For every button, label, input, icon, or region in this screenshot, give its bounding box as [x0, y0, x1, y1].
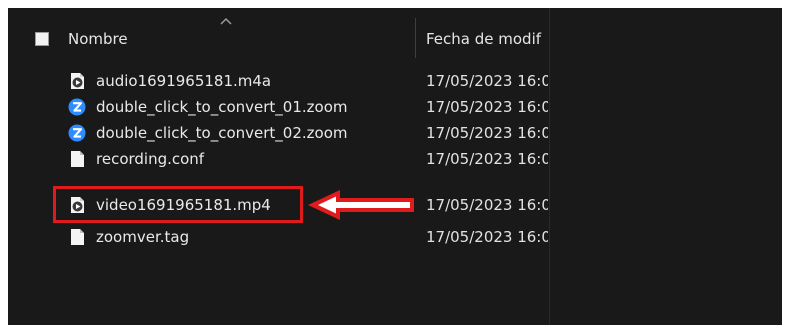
column-header-row: Nombre Fecha de modif	[8, 8, 782, 68]
file-row[interactable]: double_click_to_convert_01.zoom 17/05/20…	[8, 94, 549, 120]
file-date: 17/05/2023 16:0	[426, 196, 548, 214]
document-icon	[71, 229, 84, 245]
file-date: 17/05/2023 16:0	[426, 124, 548, 142]
file-row[interactable]: zoomver.tag 17/05/2023 16:0	[8, 224, 549, 250]
file-row[interactable]: audio1691965181.m4a 17/05/2023 16:0	[8, 68, 549, 94]
file-row[interactable]: double_click_to_convert_02.zoom 17/05/20…	[8, 120, 549, 146]
file-explorer-window: Nombre Fecha de modif audio1691965181.m4…	[8, 8, 782, 325]
file-name[interactable]: audio1691965181.m4a	[96, 70, 271, 92]
column-header-date-modified[interactable]: Fecha de modif	[426, 28, 548, 50]
media-file-icon	[71, 73, 84, 89]
file-date: 17/05/2023 16:0	[426, 228, 548, 246]
zoom-file-icon	[68, 98, 86, 116]
document-icon	[71, 151, 84, 167]
select-all-checkbox[interactable]	[35, 32, 49, 46]
column-divider[interactable]	[415, 18, 416, 58]
chevron-up-icon[interactable]	[220, 16, 232, 26]
highlight-box	[53, 186, 303, 223]
file-date: 17/05/2023 16:0	[426, 98, 548, 116]
column-edge-divider	[549, 8, 550, 325]
zoom-file-icon	[68, 124, 86, 142]
file-row[interactable]: recording.conf 17/05/2023 16:0	[8, 146, 549, 172]
file-name[interactable]: zoomver.tag	[96, 226, 189, 248]
file-date: 17/05/2023 16:0	[426, 72, 548, 90]
file-name[interactable]: double_click_to_convert_01.zoom	[96, 96, 347, 118]
file-name[interactable]: double_click_to_convert_02.zoom	[96, 122, 347, 144]
file-date: 17/05/2023 16:0	[426, 150, 548, 168]
file-name[interactable]: recording.conf	[96, 148, 204, 170]
column-header-name[interactable]: Nombre	[68, 28, 128, 50]
left-arrow-icon	[308, 190, 414, 220]
